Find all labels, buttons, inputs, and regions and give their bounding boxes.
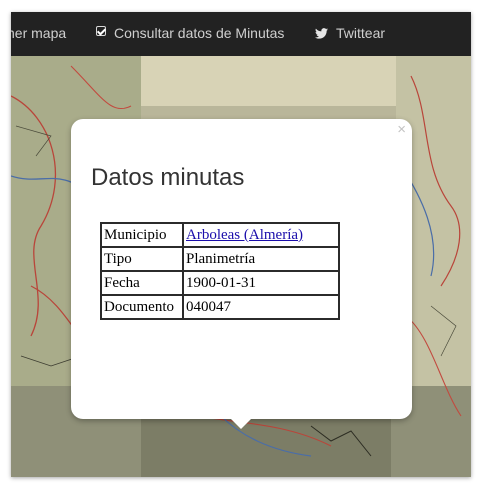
table-key: Fecha [100, 270, 184, 296]
table-value: Planimetría [182, 246, 340, 272]
nav-item-label: Twittear [336, 25, 386, 41]
table-value: 040047 [182, 294, 340, 320]
table-key: Documento [100, 294, 184, 320]
navbar: ner mapa Consultar datos de Minutas Twit… [11, 12, 471, 56]
municipio-link[interactable]: Arboleas (Almería) [186, 227, 303, 243]
nav-item-minutas[interactable]: Consultar datos de Minutas [96, 12, 284, 56]
nav-item-twitter[interactable]: Twittear [315, 12, 385, 56]
close-icon[interactable]: × [397, 122, 406, 137]
popup-title: Datos minutas [91, 164, 245, 191]
table-row: Fecha 1900-01-31 [100, 270, 340, 296]
nav-item-map-view[interactable]: ner mapa [11, 12, 66, 56]
table-value: Arboleas (Almería) [182, 222, 340, 248]
table-key: Municipio [100, 222, 184, 248]
table-value: 1900-01-31 [182, 270, 340, 296]
map-popup: × Datos minutas Municipio Arboleas (Alme… [71, 119, 412, 429]
popup-tip [231, 419, 251, 429]
checkbox-checked-icon[interactable] [96, 26, 106, 37]
table-key: Tipo [100, 246, 184, 272]
table-row: Tipo Planimetría [100, 246, 340, 272]
minutas-table: Municipio Arboleas (Almería) Tipo Planim… [100, 222, 340, 320]
map-viewport: ner mapa Consultar datos de Minutas Twit… [11, 12, 471, 477]
nav-item-label: ner mapa [11, 25, 67, 41]
table-row: Documento 040047 [100, 294, 340, 320]
nav-item-label: Consultar datos de Minutas [114, 25, 285, 41]
table-row: Municipio Arboleas (Almería) [100, 222, 340, 248]
twitter-icon [315, 13, 328, 55]
